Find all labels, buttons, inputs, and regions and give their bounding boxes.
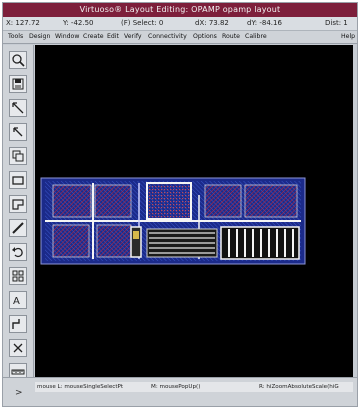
select-count: (F) Select: 0	[121, 19, 164, 27]
mouse-right-binding: R: hiZoomAbsoluteScale(hiG	[259, 384, 339, 390]
mouse-binding-line: mouse L: mouseSingleSelectPt M: mousePop…	[35, 382, 353, 392]
transistor-m5	[52, 224, 90, 258]
mouse-middle-binding: M: mousePopUp()	[151, 384, 201, 390]
polygon-icon[interactable]	[9, 195, 27, 213]
copy-icon[interactable]	[9, 147, 27, 165]
undo-icon[interactable]	[9, 243, 27, 261]
menu-verify[interactable]: Verify	[124, 31, 142, 43]
delta-y: dY: -84.16	[247, 19, 282, 27]
menu-create[interactable]: Create	[83, 31, 104, 43]
zoom-in-icon[interactable]	[9, 51, 27, 69]
rectangle-icon[interactable]	[9, 171, 27, 189]
instance-icon[interactable]	[9, 267, 27, 285]
wire-icon[interactable]	[9, 315, 27, 333]
opamp-layout-drawing	[40, 177, 306, 265]
transistor-m1	[52, 184, 92, 218]
transistor-m6	[96, 224, 132, 258]
menu-options[interactable]: Options	[193, 31, 217, 43]
cursor-x: X: 127.72	[6, 19, 40, 27]
layout-window: Virtuoso® Layout Editing: OPAMP opamp la…	[2, 2, 358, 407]
transistor-m3	[204, 184, 242, 218]
mouse-left-binding: mouse L: mouseSingleSelectPt	[37, 384, 124, 390]
coordinate-status-bar: X: 127.72 Y: -42.50 (F) Select: 0 dX: 73…	[3, 17, 357, 31]
via-marker	[133, 231, 139, 239]
diff-pair-block	[146, 182, 192, 220]
menu-connectivity[interactable]: Connectivity	[148, 31, 187, 43]
svg-text:A: A	[13, 296, 20, 307]
tool-palette: A	[3, 45, 34, 405]
delete-icon[interactable]	[9, 339, 27, 357]
menu-tools[interactable]: Tools	[8, 31, 23, 43]
window-title: Virtuoso® Layout Editing: OPAMP opamp la…	[3, 3, 357, 17]
transistor-m2	[94, 184, 132, 218]
distance: Dist: 1	[325, 19, 348, 27]
stretch-icon[interactable]	[9, 99, 27, 117]
cursor-y: Y: -42.50	[63, 19, 94, 27]
menu-bar: Tools Design Window Create Edit Verify C…	[3, 31, 357, 44]
menu-edit[interactable]: Edit	[107, 31, 119, 43]
prompt-area: mouse L: mouseSingleSelectPt M: mousePop…	[3, 377, 357, 406]
menu-design[interactable]: Design	[29, 31, 50, 43]
menu-calibre[interactable]: Calibre	[245, 31, 267, 43]
menu-help[interactable]: Help	[341, 31, 355, 43]
delta-x: dX: 73.82	[195, 19, 229, 27]
menu-window[interactable]: Window	[55, 31, 79, 43]
move-icon[interactable]	[9, 123, 27, 141]
menu-route[interactable]: Route	[222, 31, 240, 43]
label-icon[interactable]: A	[9, 291, 27, 309]
save-icon[interactable]	[9, 75, 27, 93]
layout-canvas[interactable]	[35, 45, 353, 378]
command-prompt-arrow: >	[15, 388, 23, 398]
transistor-m4	[244, 184, 298, 218]
path-icon[interactable]	[9, 219, 27, 237]
